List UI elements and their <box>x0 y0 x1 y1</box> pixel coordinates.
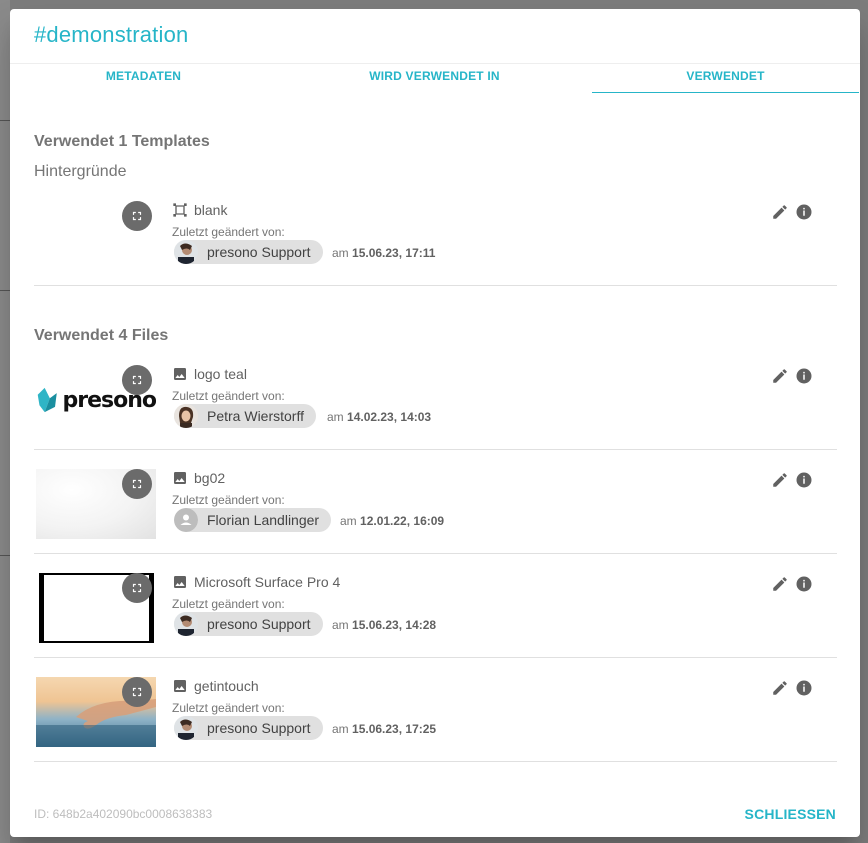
background-app <box>0 0 10 843</box>
tab-metadaten[interactable]: METADATEN <box>10 63 277 93</box>
user-name: presono Support <box>207 244 311 260</box>
item-title: Microsoft Surface Pro 4 <box>172 574 340 590</box>
template-row-blank: blank Zuletzt geändert von: presono Supp… <box>34 195 837 286</box>
close-button[interactable]: SCHLIESSEN <box>745 806 836 822</box>
row-actions <box>771 575 813 593</box>
edit-button[interactable] <box>771 575 789 593</box>
info-button[interactable] <box>795 471 813 489</box>
user-name: Florian Landlinger <box>207 512 320 528</box>
expand-preview-button[interactable] <box>122 469 152 499</box>
templates-heading: Verwendet 1 Templates <box>34 133 210 150</box>
edit-button[interactable] <box>771 203 789 221</box>
background-divider <box>0 290 10 291</box>
edit-button[interactable] <box>771 367 789 385</box>
pencil-icon <box>773 577 787 591</box>
info-icon <box>796 680 812 696</box>
fullscreen-icon <box>132 687 142 697</box>
avatar <box>174 716 198 740</box>
item-name: logo teal <box>194 366 247 382</box>
avatar <box>174 240 198 264</box>
background-divider <box>0 555 10 556</box>
files-heading: Verwendet 4 Files <box>34 327 169 344</box>
info-icon <box>796 368 812 384</box>
object-id: ID: 648b2a402090bc0008638383 <box>34 807 213 821</box>
modified-date: am 14.02.23, 14:03 <box>327 410 432 424</box>
file-row-surface-pro: Microsoft Surface Pro 4 Zuletzt geändert… <box>34 567 837 658</box>
changed-by-label: Zuletzt geändert von: <box>172 389 285 403</box>
user-chip[interactable]: Petra Wierstorff <box>174 404 316 428</box>
user-name: Petra Wierstorff <box>207 408 304 424</box>
expand-preview-button[interactable] <box>122 201 152 231</box>
fullscreen-icon <box>132 375 142 385</box>
pencil-icon <box>773 369 787 383</box>
person-icon <box>174 508 198 532</box>
item-name: Microsoft Surface Pro 4 <box>194 574 341 590</box>
info-button[interactable] <box>795 203 813 221</box>
row-actions <box>771 679 813 697</box>
item-name: getintouch <box>194 678 259 694</box>
pencil-icon <box>773 473 787 487</box>
modified-date: am 12.01.22, 16:09 <box>340 514 445 528</box>
avatar <box>174 612 198 636</box>
usage-dialog: #demonstration METADATEN WIRD VERWENDET … <box>10 9 860 837</box>
tab-verwendet[interactable]: VERWENDET <box>592 63 859 93</box>
fullscreen-icon <box>132 211 142 221</box>
modified-date: am 15.06.23, 14:28 <box>332 618 437 632</box>
dialog-title: #demonstration <box>34 22 189 47</box>
user-name: presono Support <box>207 720 311 736</box>
templates-category: Hintergründe <box>34 163 127 180</box>
fullscreen-icon <box>132 479 142 489</box>
fullscreen-icon <box>132 583 142 593</box>
changed-by-label: Zuletzt geändert von: <box>172 493 285 507</box>
row-actions <box>771 367 813 385</box>
user-chip[interactable]: presono Support <box>174 240 323 264</box>
expand-preview-button[interactable] <box>122 573 152 603</box>
user-chip[interactable]: presono Support <box>174 612 323 636</box>
changed-by-label: Zuletzt geändert von: <box>172 225 285 239</box>
user-name: presono Support <box>207 616 311 632</box>
image-icon <box>174 680 186 692</box>
edit-button[interactable] <box>771 471 789 489</box>
changed-by-label: Zuletzt geändert von: <box>172 597 285 611</box>
file-row-bg02: bg02 Zuletzt geändert von: Florian Landl… <box>34 463 837 554</box>
avatar <box>174 404 198 428</box>
pencil-icon <box>773 681 787 695</box>
info-icon <box>796 576 812 592</box>
row-actions <box>771 203 813 221</box>
image-icon <box>174 368 186 380</box>
changed-by-label: Zuletzt geändert von: <box>172 701 285 715</box>
user-chip[interactable]: presono Support <box>174 716 323 740</box>
modified-date: am 15.06.23, 17:11 <box>332 246 436 260</box>
template-icon <box>173 203 187 217</box>
item-name: blank <box>194 202 228 218</box>
item-title: logo teal <box>172 366 247 382</box>
item-title: bg02 <box>172 470 225 486</box>
expand-preview-button[interactable] <box>122 365 152 395</box>
tab-bar: METADATEN WIRD VERWENDET IN VERWENDET <box>10 63 860 93</box>
tab-wird-verwendet-in[interactable]: WIRD VERWENDET IN <box>301 63 568 93</box>
info-button[interactable] <box>795 367 813 385</box>
avatar <box>174 508 198 532</box>
info-button[interactable] <box>795 679 813 697</box>
background-divider <box>0 120 10 121</box>
edit-button[interactable] <box>771 679 789 697</box>
image-icon <box>174 576 186 588</box>
expand-preview-button[interactable] <box>122 677 152 707</box>
file-row-logo-teal: presono logo teal Zuletzt geändert von: … <box>34 359 837 450</box>
item-title: getintouch <box>172 678 259 694</box>
info-button[interactable] <box>795 575 813 593</box>
item-name: bg02 <box>194 470 226 486</box>
info-icon <box>796 472 812 488</box>
info-icon <box>796 204 812 220</box>
item-title: blank <box>172 202 227 218</box>
file-row-getintouch: getintouch Zuletzt geändert von: presono… <box>34 671 837 762</box>
image-icon <box>174 472 186 484</box>
user-chip[interactable]: Florian Landlinger <box>174 508 332 532</box>
row-actions <box>771 471 813 489</box>
pencil-icon <box>773 205 787 219</box>
presono-logo-icon <box>37 387 57 413</box>
modified-date: am 15.06.23, 17:25 <box>332 722 437 736</box>
